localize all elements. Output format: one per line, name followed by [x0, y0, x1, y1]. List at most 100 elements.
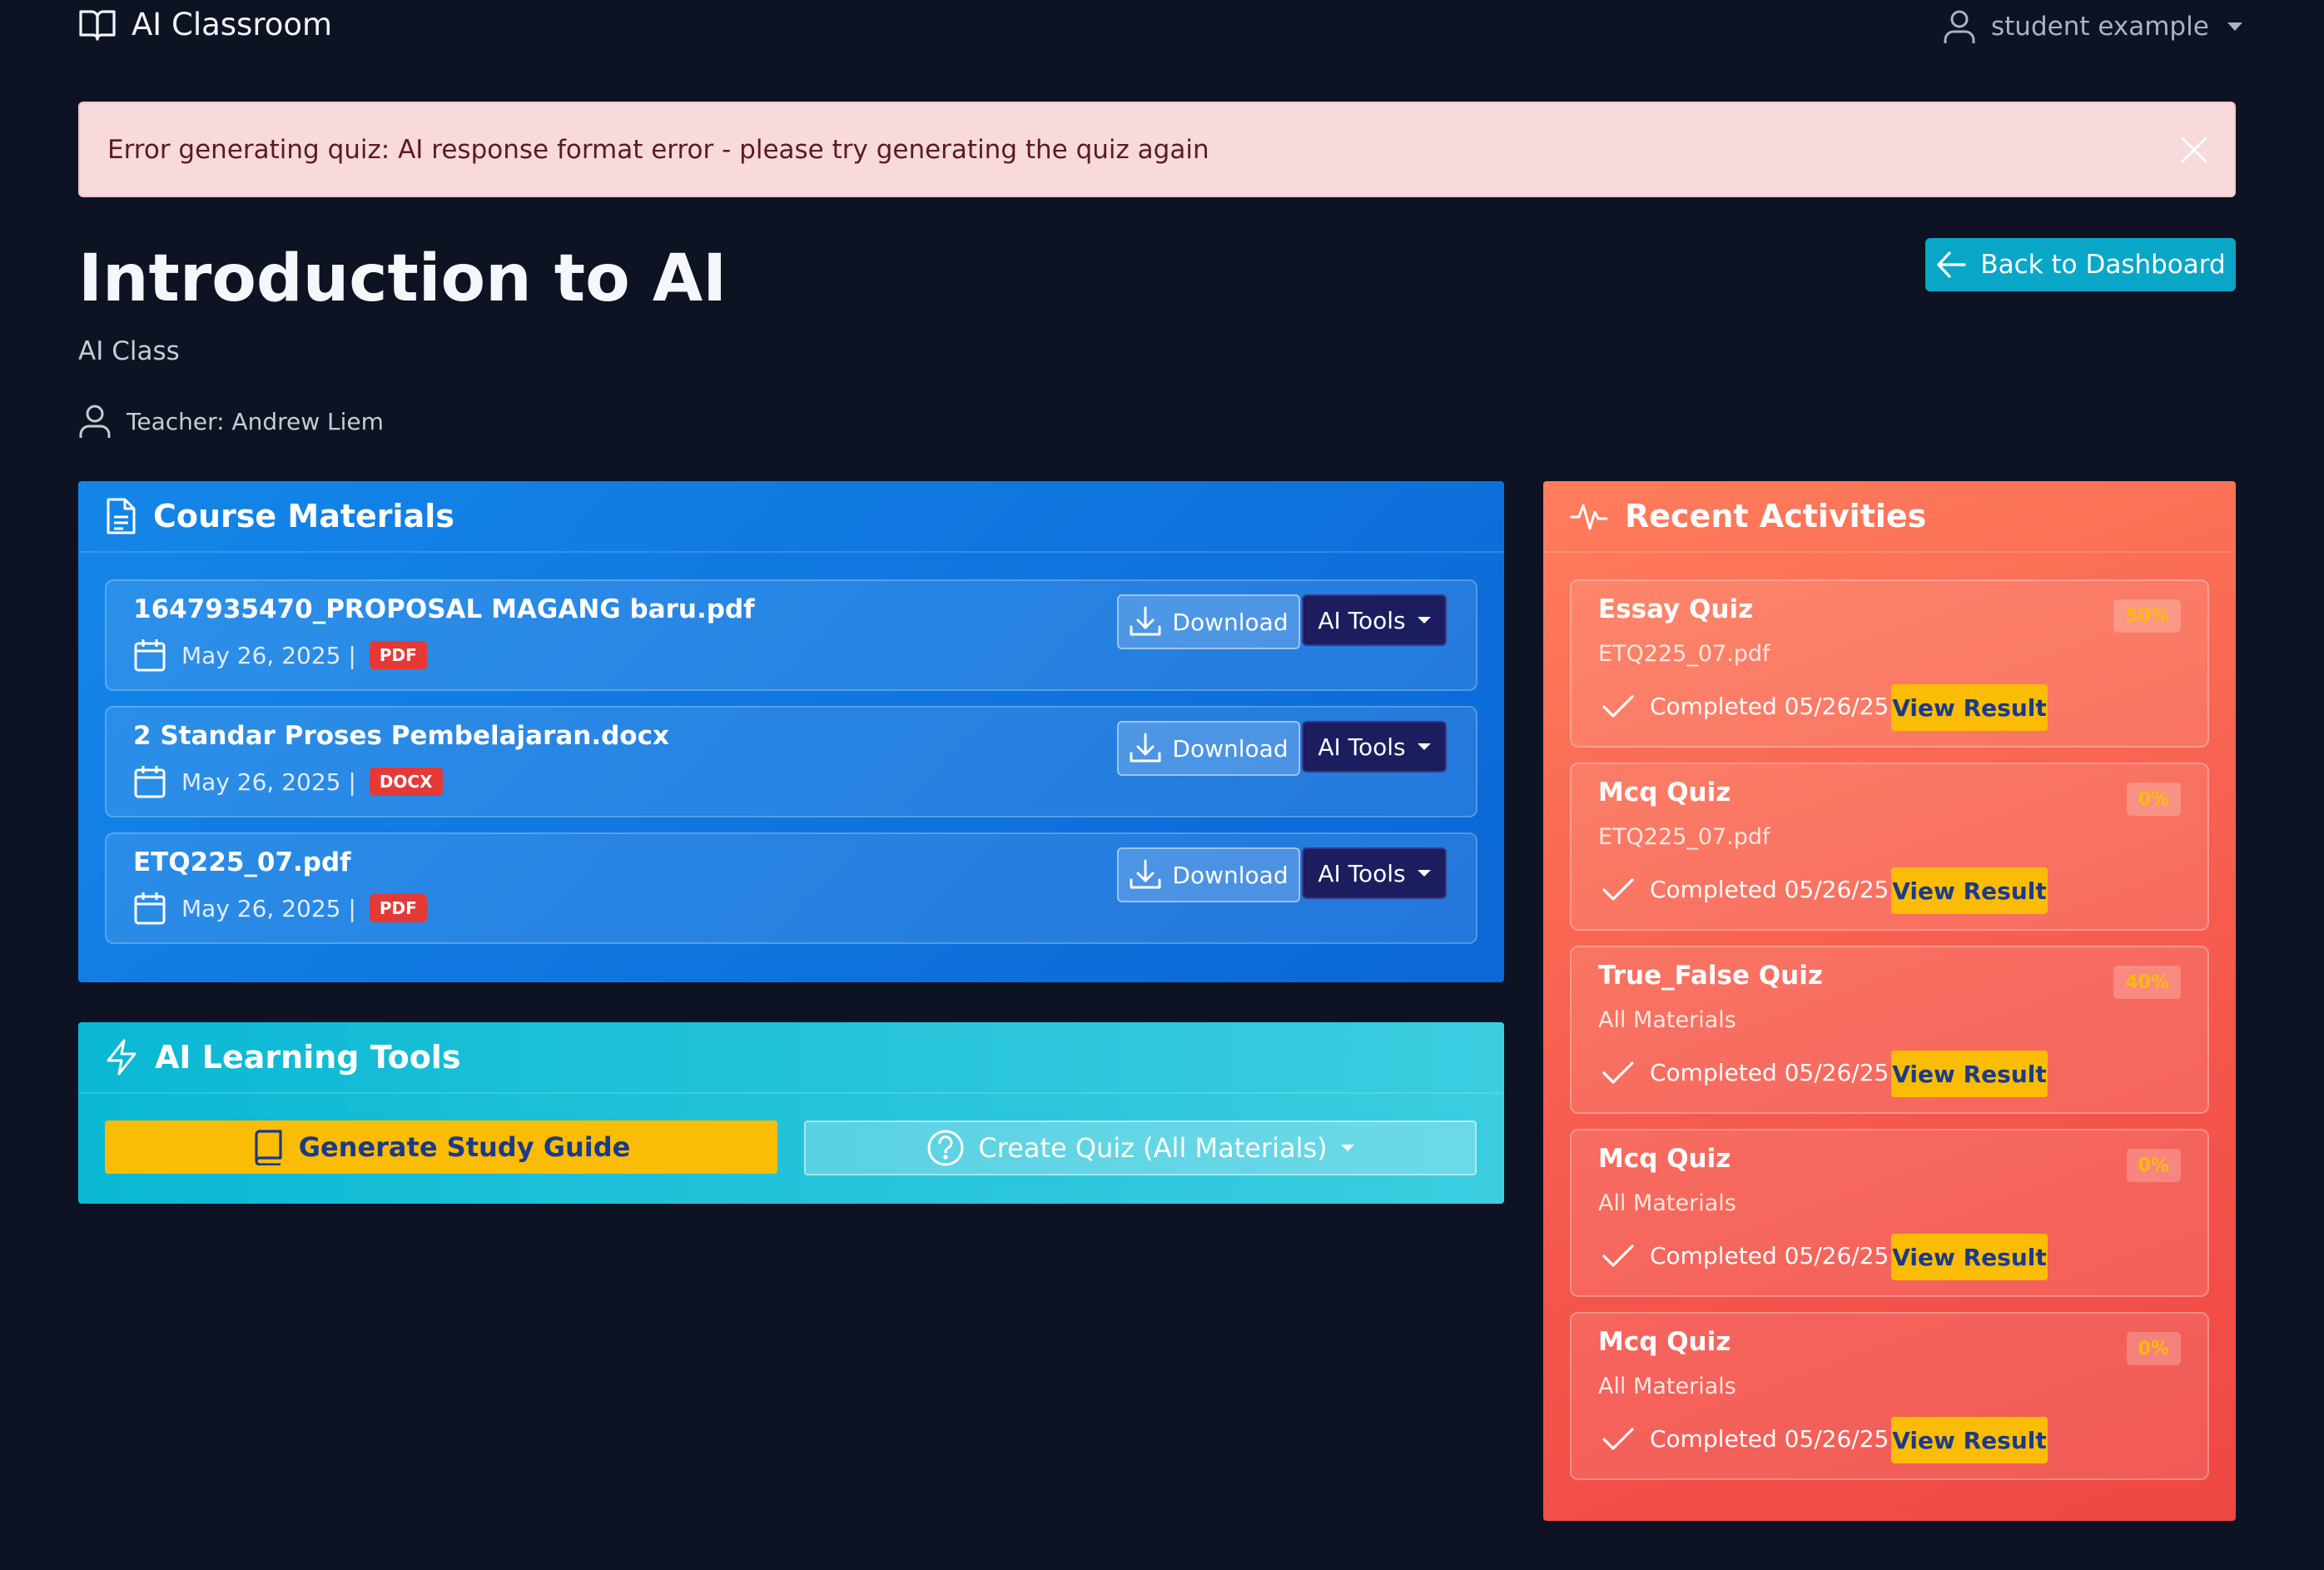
- download-button[interactable]: Download: [1117, 847, 1300, 902]
- activity-title: Mcq Quiz: [1598, 1327, 1731, 1357]
- activity-status-text: Completed 05/26/25: [1650, 693, 1889, 720]
- activity-status-text: Completed 05/26/25: [1650, 876, 1889, 903]
- ai-tools-dropdown[interactable]: AI Tools: [1302, 721, 1447, 773]
- ai-learning-tools-title: AI Learning Tools: [155, 1039, 461, 1076]
- generate-study-guide-button[interactable]: Generate Study Guide: [105, 1120, 777, 1174]
- material-name[interactable]: 1647935470_PROPOSAL MAGANG baru.pdf: [133, 594, 755, 624]
- activity-status: Completed 05/26/25: [1601, 876, 1889, 903]
- view-result-label: View Result: [1892, 1426, 2047, 1454]
- brand-name: AI Classroom: [132, 7, 333, 42]
- ai-tools-label: AI Tools: [1318, 606, 1406, 634]
- ai-learning-tools-card: AI Learning Tools Generate Study Guide C…: [78, 1022, 1504, 1204]
- material-item: ETQ225_07.pdf May 26, 2025 | PDF Downloa…: [105, 832, 1477, 944]
- activity-source: ETQ225_07.pdf: [1598, 641, 1770, 667]
- file-type-badge: PDF: [369, 641, 427, 669]
- teacher-name: Teacher: Andrew Liem: [127, 407, 384, 435]
- view-result-button[interactable]: View Result: [1891, 1234, 2048, 1280]
- check-icon: [1601, 693, 1635, 720]
- material-name[interactable]: 2 Standar Proses Pembelajaran.docx: [133, 721, 669, 751]
- question-circle-icon: [926, 1129, 965, 1167]
- view-result-label: View Result: [1892, 1060, 2047, 1088]
- create-quiz-label: Create Quiz (All Materials): [978, 1132, 1328, 1164]
- create-quiz-dropdown[interactable]: Create Quiz (All Materials): [804, 1120, 1477, 1175]
- ai-tools-dropdown[interactable]: AI Tools: [1302, 594, 1447, 646]
- file-type-badge: DOCX: [369, 768, 443, 796]
- calendar-icon: [133, 891, 166, 926]
- user-menu[interactable]: student example: [1943, 8, 2242, 45]
- caret-down-icon: [1417, 743, 1431, 750]
- ai-tools-label: AI Tools: [1318, 733, 1406, 761]
- download-label: Download: [1172, 861, 1289, 889]
- back-to-dashboard-button[interactable]: Back to Dashboard: [1925, 238, 2236, 291]
- error-alert: Error generating quiz: AI response forma…: [78, 102, 2236, 197]
- check-icon: [1601, 1243, 1635, 1269]
- activity-item: Mcq Quiz All Materials Completed 05/26/2…: [1570, 1129, 2209, 1297]
- download-icon: [1129, 858, 1162, 892]
- activity-source: All Materials: [1598, 1007, 1736, 1033]
- download-button[interactable]: Download: [1117, 721, 1300, 776]
- user-icon: [78, 403, 112, 440]
- activity-item: Essay Quiz ETQ225_07.pdf Completed 05/26…: [1570, 579, 2209, 748]
- view-result-label: View Result: [1892, 693, 2047, 722]
- course-materials-title: Course Materials: [153, 498, 454, 534]
- recent-activities-header: Recent Activities: [1543, 481, 2236, 553]
- activity-status: Completed 05/26/25: [1601, 1242, 1889, 1269]
- download-label: Download: [1172, 608, 1289, 636]
- ai-learning-tools-header: AI Learning Tools: [78, 1022, 1504, 1094]
- activity-item: True_False Quiz All Materials Completed …: [1570, 946, 2209, 1114]
- view-result-button[interactable]: View Result: [1891, 684, 2048, 731]
- activity-status: Completed 05/26/25: [1601, 693, 1889, 720]
- back-button-label: Back to Dashboard: [1980, 250, 2226, 280]
- view-result-button[interactable]: View Result: [1891, 1051, 2048, 1097]
- lightning-icon: [105, 1038, 138, 1076]
- material-item: 2 Standar Proses Pembelajaran.docx May 2…: [105, 706, 1477, 817]
- close-icon[interactable]: [2179, 135, 2209, 165]
- score-badge: 0%: [2126, 1149, 2181, 1182]
- ai-tools-dropdown[interactable]: AI Tools: [1302, 847, 1447, 899]
- activity-status: Completed 05/26/25: [1601, 1059, 1889, 1086]
- activity-status-text: Completed 05/26/25: [1650, 1425, 1889, 1453]
- view-result-label: View Result: [1892, 877, 2047, 905]
- course-materials-header: Course Materials: [78, 481, 1504, 553]
- page-title: Introduction to AI: [78, 241, 727, 316]
- view-result-button[interactable]: View Result: [1891, 1417, 2048, 1463]
- recent-activities-card: Recent Activities Essay Quiz ETQ225_07.p…: [1543, 481, 2236, 1521]
- download-icon: [1129, 605, 1162, 638]
- file-type-badge: PDF: [369, 894, 427, 922]
- activity-title: Mcq Quiz: [1598, 1144, 1731, 1174]
- brand[interactable]: AI Classroom: [78, 7, 332, 42]
- activity-item: Mcq Quiz ETQ225_07.pdf Completed 05/26/2…: [1570, 763, 2209, 931]
- user-name: student example: [1991, 12, 2209, 42]
- download-button[interactable]: Download: [1117, 594, 1300, 649]
- activity-source: All Materials: [1598, 1374, 1736, 1399]
- download-label: Download: [1172, 734, 1289, 763]
- activity-item: Mcq Quiz All Materials Completed 05/26/2…: [1570, 1312, 2209, 1480]
- view-result-button[interactable]: View Result: [1891, 867, 2048, 914]
- material-date: May 26, 2025 |: [181, 768, 356, 796]
- book-open-icon: [78, 8, 117, 42]
- view-result-label: View Result: [1892, 1243, 2047, 1271]
- score-badge: 50%: [2113, 599, 2181, 633]
- caret-down-icon: [1340, 1145, 1354, 1151]
- activity-status: Completed 05/26/25: [1601, 1425, 1889, 1453]
- recent-activities-title: Recent Activities: [1625, 498, 1927, 534]
- score-badge: 40%: [2113, 966, 2181, 999]
- chevron-down-icon: [2227, 22, 2242, 31]
- score-badge: 0%: [2126, 1332, 2181, 1365]
- calendar-icon: [133, 638, 166, 673]
- activity-source: All Materials: [1598, 1190, 1736, 1216]
- activity-title: Essay Quiz: [1598, 594, 1754, 624]
- ai-tools-label: AI Tools: [1318, 859, 1406, 887]
- check-icon: [1601, 877, 1635, 903]
- caret-down-icon: [1417, 617, 1431, 624]
- material-meta: May 26, 2025 | PDF: [133, 638, 427, 673]
- user-icon: [1943, 8, 1976, 45]
- material-date: May 26, 2025 |: [181, 641, 356, 669]
- check-icon: [1601, 1426, 1635, 1453]
- material-name[interactable]: ETQ225_07.pdf: [133, 847, 351, 877]
- book-icon: [252, 1129, 284, 1165]
- activity-title: True_False Quiz: [1598, 961, 1823, 991]
- activity-status-text: Completed 05/26/25: [1650, 1242, 1889, 1269]
- caret-down-icon: [1417, 870, 1431, 877]
- material-meta: May 26, 2025 | PDF: [133, 891, 427, 926]
